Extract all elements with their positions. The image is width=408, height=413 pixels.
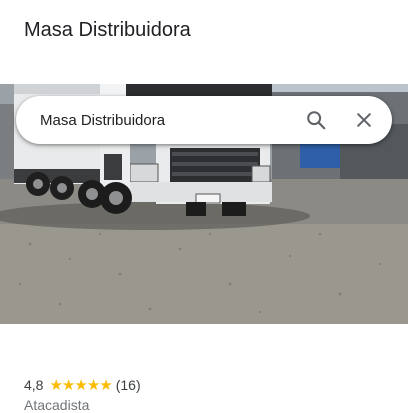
top-blank-area: [0, 0, 408, 84]
close-icon: [357, 113, 371, 127]
place-title: Masa Distribuidora: [24, 19, 191, 41]
clear-search-button[interactable]: [340, 96, 388, 144]
search-bar: [16, 96, 392, 144]
review-count[interactable]: (16): [116, 377, 141, 393]
search-icon: [307, 111, 326, 130]
rating-value: 4,8: [24, 377, 44, 393]
search-button[interactable]: [292, 96, 340, 144]
star-icon: ★: [49, 376, 62, 394]
star-icon: ★: [86, 376, 100, 394]
star-icon: ★: [61, 376, 75, 394]
place-category: Atacadista: [24, 397, 90, 413]
star-icon: ★: [99, 376, 112, 394]
star-icon: ★: [74, 376, 87, 394]
rating-row[interactable]: 4,8 ★ ★ ★ ★ ★ (16): [24, 376, 141, 394]
star-rating: ★ ★ ★ ★ ★: [49, 376, 112, 394]
search-input[interactable]: [16, 96, 292, 144]
place-info-panel: [0, 324, 408, 408]
